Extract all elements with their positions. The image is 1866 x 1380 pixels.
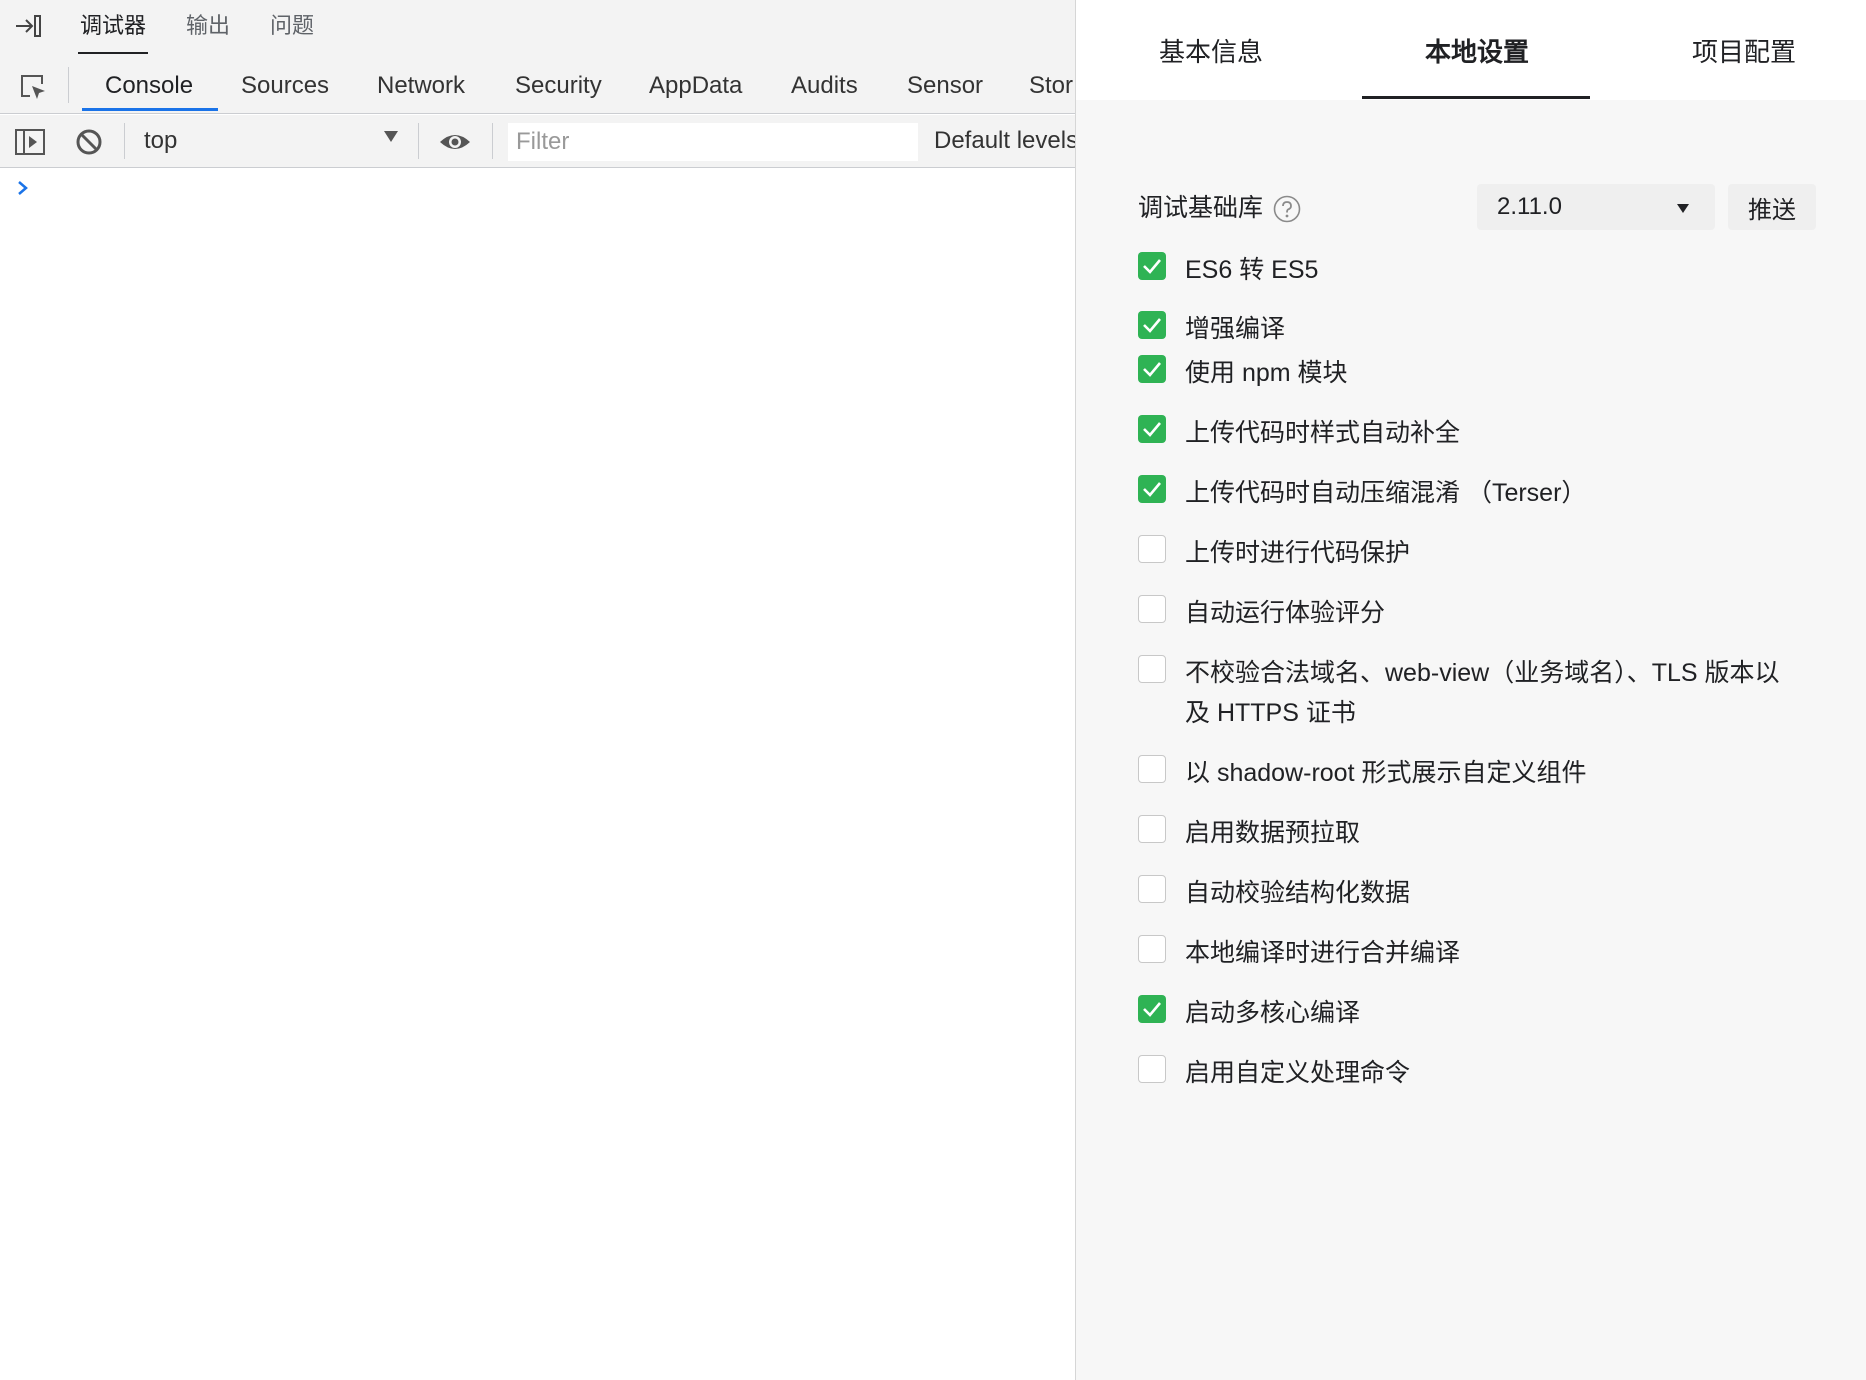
- toolbar-divider: [124, 123, 125, 159]
- base-library-row: 调试基础库 2.11.0 推送: [1138, 184, 1838, 232]
- option-label: 启用数据预拉取: [1185, 819, 1361, 847]
- checkbox[interactable]: [1138, 252, 1166, 280]
- option-label: 自动运行体验评分: [1185, 599, 1386, 627]
- tab-project-config[interactable]: 项目配置: [1692, 30, 1796, 74]
- devtools-panel-tabbar: Console Sources Network Security AppData…: [0, 56, 1075, 114]
- checkbox[interactable]: [1138, 415, 1166, 443]
- tab-security[interactable]: Security: [515, 56, 602, 114]
- tab-audits[interactable]: Audits: [791, 56, 858, 114]
- tab-output[interactable]: 输出: [186, 10, 230, 54]
- checkbox[interactable]: [1138, 535, 1166, 563]
- version-value: 2.11.0: [1497, 193, 1562, 220]
- toolbar-divider: [418, 123, 419, 159]
- option-label: ES6 转 ES5: [1185, 256, 1319, 284]
- checkbox[interactable]: [1138, 815, 1166, 843]
- caret-down-icon: [1677, 204, 1689, 213]
- devtools-top-tabbar: 调试器 输出 问题: [0, 0, 1075, 56]
- console-toolbar: top Default levels: [0, 115, 1075, 168]
- option-label: 上传时进行代码保护: [1185, 539, 1411, 567]
- checkbox[interactable]: [1138, 935, 1166, 963]
- tab-console[interactable]: Console: [105, 56, 193, 114]
- help-icon[interactable]: [1272, 194, 1302, 224]
- tab-problems[interactable]: 问题: [270, 10, 314, 54]
- option-label: 自动校验结构化数据: [1185, 879, 1411, 907]
- option-label: 上传代码时自动压缩混淆 （Terser）: [1185, 479, 1587, 507]
- option-label: 以 shadow-root 形式展示自定义组件: [1185, 759, 1587, 787]
- tab-sources[interactable]: Sources: [241, 56, 329, 114]
- base-library-label: 调试基础库: [1138, 194, 1264, 222]
- devtools-pane: 调试器 输出 问题 Console Sources Network Securi…: [0, 0, 1075, 1380]
- show-sidebar-icon[interactable]: [14, 127, 46, 157]
- checkbox[interactable]: [1138, 311, 1166, 339]
- option-label: 上传代码时样式自动补全: [1185, 419, 1461, 447]
- inspect-element-icon[interactable]: [18, 72, 48, 102]
- caret-down-icon: [384, 131, 398, 142]
- checkbox[interactable]: [1138, 995, 1166, 1023]
- base-library-version-select[interactable]: 2.11.0: [1477, 184, 1715, 230]
- eye-icon[interactable]: [438, 127, 472, 157]
- dock-toggle-icon[interactable]: [14, 12, 42, 40]
- context-selector[interactable]: top: [144, 123, 404, 159]
- settings-tabbar: 基本信息 本地设置 项目配置: [1076, 0, 1866, 100]
- checkbox[interactable]: [1138, 1055, 1166, 1083]
- option-label: 使用 npm 模块: [1185, 359, 1348, 387]
- checkbox[interactable]: [1138, 755, 1166, 783]
- toolbar-divider: [68, 67, 69, 103]
- clear-console-icon[interactable]: [74, 127, 104, 157]
- checkbox[interactable]: [1138, 875, 1166, 903]
- checkbox[interactable]: [1138, 655, 1166, 683]
- checkbox[interactable]: [1138, 475, 1166, 503]
- tab-appdata[interactable]: AppData: [649, 56, 742, 114]
- toolbar-divider: [492, 123, 493, 159]
- active-tab-indicator: [82, 108, 218, 111]
- console-filter-input[interactable]: [508, 123, 918, 161]
- checkbox[interactable]: [1138, 595, 1166, 623]
- option-label: 增强编译: [1185, 315, 1286, 343]
- option-label: 不校验合法域名、web-view（业务域名）、TLS 版本以及 HTTPS 证书: [1185, 659, 1780, 727]
- tab-basic-info[interactable]: 基本信息: [1159, 30, 1263, 74]
- tab-sensor[interactable]: Sensor: [907, 56, 983, 114]
- console-prompt-icon[interactable]: [16, 178, 30, 198]
- push-button[interactable]: 推送: [1728, 184, 1816, 230]
- option-label: 启动多核心编译: [1185, 999, 1361, 1027]
- tab-network[interactable]: Network: [377, 56, 465, 114]
- option-label: 启用自定义处理命令: [1185, 1059, 1411, 1087]
- active-tab-indicator: [1362, 96, 1590, 99]
- settings-pane: 基本信息 本地设置 项目配置 调试基础库 2.11.0 推送 ES6 转 ES5…: [1075, 0, 1866, 1380]
- tab-storage[interactable]: Stor: [1029, 56, 1073, 114]
- log-levels-selector[interactable]: Default levels: [934, 123, 1075, 159]
- tab-local-settings[interactable]: 本地设置: [1425, 30, 1529, 74]
- option-label: 本地编译时进行合并编译: [1185, 939, 1461, 967]
- checkbox[interactable]: [1138, 355, 1166, 383]
- tab-debugger[interactable]: 调试器: [77, 10, 149, 54]
